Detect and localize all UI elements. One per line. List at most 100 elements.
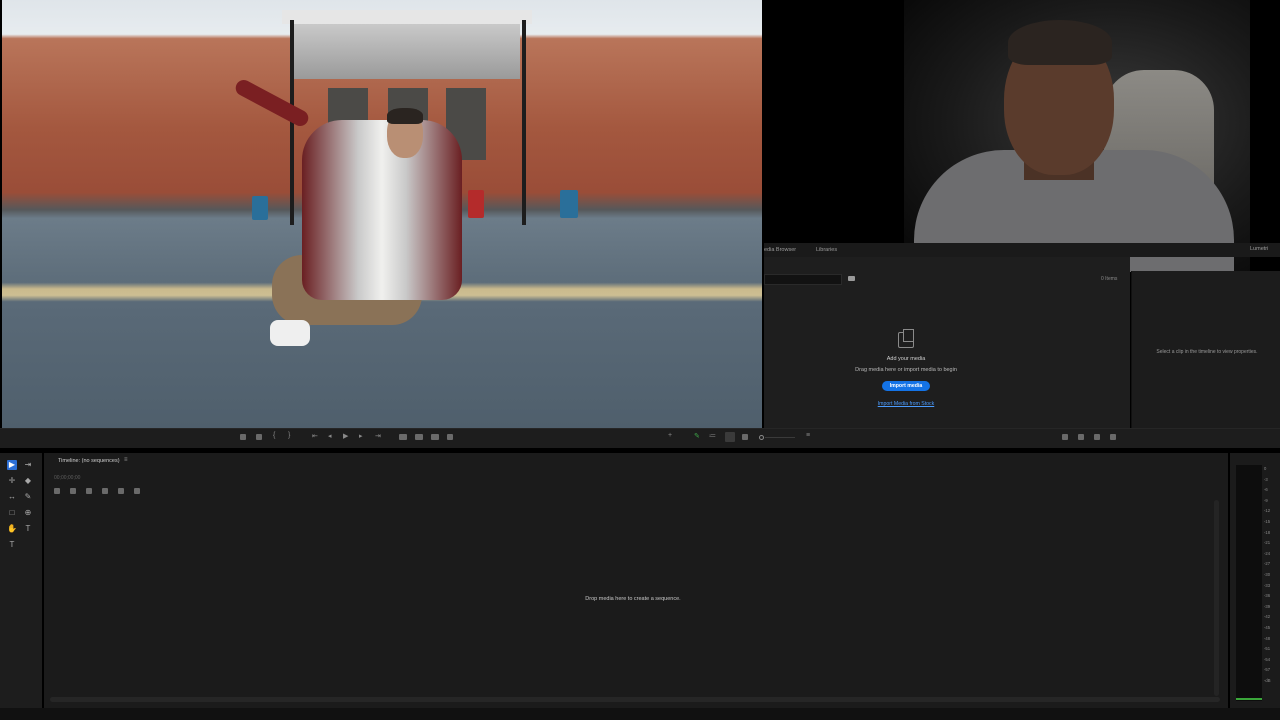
tab-media-browser[interactable]: edia Browser	[764, 247, 796, 253]
snap-icon[interactable]	[70, 488, 76, 494]
drag-media-hint: Drag media here or import media to begin	[855, 367, 957, 373]
project-search-input[interactable]	[764, 274, 842, 285]
timeline-horizontal-scrollbar[interactable]	[50, 697, 1220, 702]
db-tick-label: -18	[1264, 529, 1271, 535]
db-tick-label: -51	[1264, 646, 1271, 652]
track-select-tool-icon[interactable]: ⇥	[23, 460, 33, 470]
video-barrel	[252, 196, 268, 220]
step-forward-icon[interactable]: ▸	[359, 432, 363, 440]
db-tick-label: -48	[1264, 635, 1271, 641]
selection-tool-icon[interactable]: ▶	[7, 460, 17, 470]
db-tick-label: -45	[1264, 625, 1271, 630]
video-barrel	[560, 190, 578, 218]
go-to-in-icon[interactable]: ⇤	[312, 432, 318, 440]
export-frame-icon[interactable]	[240, 434, 246, 440]
db-tick-label: -57	[1264, 667, 1271, 673]
go-to-out-icon[interactable]: ⇥	[375, 432, 381, 440]
zoom-slider-track[interactable]	[765, 437, 795, 438]
new-bin-icon[interactable]	[848, 276, 855, 281]
properties-empty-text: Select a clip in the timeline to view pr…	[1156, 349, 1258, 355]
db-tick-label: -15	[1264, 519, 1271, 524]
db-tick-label: -54	[1264, 656, 1271, 662]
db-tick-label: -42	[1264, 614, 1271, 620]
add-marker-timeline-icon[interactable]	[102, 488, 108, 494]
bottom-strip	[0, 708, 1280, 720]
timeline-menu-icon[interactable]: ≡	[124, 457, 128, 463]
program-monitor-video	[2, 0, 762, 428]
import-from-stock-link[interactable]: Import Media from Stock	[866, 401, 946, 407]
video-roof	[282, 10, 532, 24]
add-button-icon[interactable]: +	[668, 432, 672, 439]
timeline-drop-hint: Drop media here to create a sequence.	[585, 596, 681, 602]
automate-to-sequence-icon[interactable]	[1062, 434, 1068, 440]
add-media-heading: Add your media	[886, 356, 926, 362]
razor-tool-icon[interactable]: ◆	[23, 476, 33, 486]
timeline-panel	[44, 453, 1228, 708]
step-back-icon[interactable]: ◂	[328, 432, 332, 440]
db-tick-label: -6	[1264, 487, 1268, 493]
camera-icon[interactable]	[431, 434, 439, 440]
db-tick-label: -3	[1264, 476, 1268, 482]
sort-icon[interactable]: ≡	[806, 432, 810, 439]
panel-tab-bar	[764, 243, 1280, 257]
audio-meter-level	[1236, 698, 1262, 700]
import-media-button[interactable]: Import media	[882, 381, 930, 391]
type-tool-icon[interactable]: T	[23, 524, 33, 534]
video-person-arm	[232, 77, 312, 129]
db-tick-label: -24	[1264, 550, 1271, 556]
mark-out-icon[interactable]: }	[288, 432, 290, 439]
db-tick-label: 0	[1264, 466, 1267, 471]
audio-meter-bar	[1236, 465, 1262, 701]
insert-icon[interactable]	[399, 434, 407, 440]
captions-icon[interactable]	[134, 488, 140, 494]
new-bin-button-icon[interactable]	[1078, 434, 1084, 440]
list-view-icon[interactable]: ≔	[709, 432, 716, 440]
control-bar	[0, 428, 1280, 448]
video-person-hair	[387, 108, 423, 124]
zoom-tool-icon[interactable]: ⊕	[23, 508, 33, 518]
zoom-slider-handle[interactable]	[759, 435, 764, 440]
timeline-vertical-scrollbar[interactable]	[1214, 500, 1219, 696]
vertical-type-tool-icon[interactable]: T	[7, 540, 17, 550]
db-tick-label: -dB	[1264, 678, 1271, 683]
video-pole	[522, 20, 526, 225]
tools-panel	[0, 453, 42, 708]
webcam-overlay	[904, 0, 1250, 272]
overwrite-icon[interactable]	[415, 434, 423, 440]
media-files-icon	[898, 329, 914, 348]
db-tick-label: -39	[1264, 603, 1271, 609]
video-canopy	[294, 24, 520, 79]
webcam-hair	[1008, 20, 1112, 65]
freeform-view-icon[interactable]	[742, 434, 748, 440]
video-person-shoe	[270, 320, 310, 346]
slip-tool-icon[interactable]: ↔	[7, 492, 17, 502]
video-barrel	[468, 190, 484, 218]
hand-tool-icon[interactable]: ✋	[7, 524, 17, 534]
nest-sequence-icon[interactable]	[54, 488, 60, 494]
comparison-view-icon[interactable]	[447, 434, 453, 440]
tab-libraries[interactable]: Libraries	[816, 247, 837, 253]
timeline-settings-icon[interactable]	[118, 488, 124, 494]
db-tick-label: -12	[1264, 508, 1271, 514]
db-tick-label: -30	[1264, 572, 1271, 577]
icon-view-button[interactable]	[725, 432, 735, 442]
play-icon[interactable]: ▶	[343, 432, 348, 440]
db-tick-label: -33	[1264, 582, 1271, 588]
mark-in-icon[interactable]: {	[273, 432, 275, 439]
rectangle-tool-icon[interactable]: □	[7, 508, 17, 518]
timeline-title[interactable]: Timeline: (no sequences)	[58, 458, 120, 464]
pen-tool-icon[interactable]: ✎	[23, 492, 33, 502]
tab-lumetri[interactable]: Lumetri	[1250, 246, 1268, 252]
ripple-edit-tool-icon[interactable]: ✛	[7, 476, 17, 486]
new-item-icon[interactable]	[1094, 434, 1100, 440]
db-tick-label: -36	[1264, 593, 1271, 599]
items-count: 0 Items	[1101, 276, 1118, 282]
pencil-icon[interactable]: ✎	[694, 432, 700, 440]
db-tick-label: -9	[1264, 497, 1268, 503]
linked-selection-icon[interactable]	[86, 488, 92, 494]
db-tick-label: -21	[1264, 540, 1271, 546]
video-person-shirt	[302, 120, 462, 300]
timeline-timecode[interactable]: 00;00;00;00	[54, 475, 80, 481]
trash-icon[interactable]	[1110, 434, 1116, 440]
add-marker-icon[interactable]	[256, 434, 262, 440]
